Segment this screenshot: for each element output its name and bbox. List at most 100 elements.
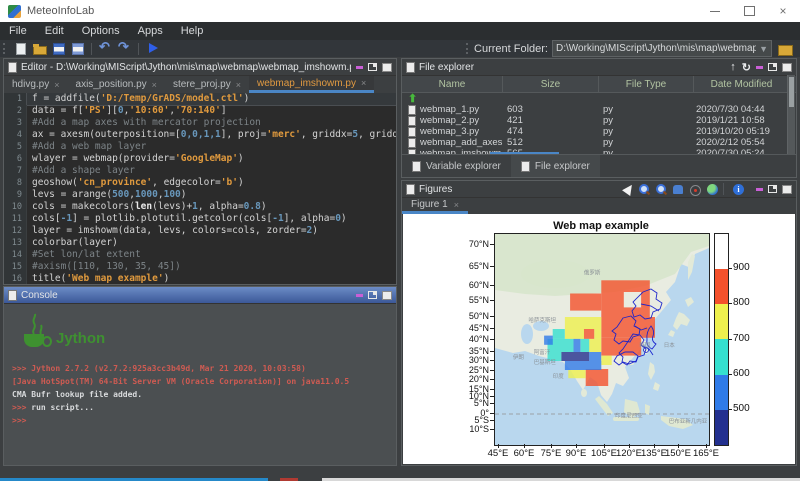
code-line[interactable]: 14#Set lon/lat extent xyxy=(4,249,396,261)
figures-panel-header[interactable]: Figures xyxy=(402,181,796,198)
code-line[interactable]: 4ax = axesm(outerposition=[0,0,1,1], pro… xyxy=(4,129,396,141)
column-header-date-modified[interactable]: Date Modified xyxy=(694,76,790,92)
file-table-header[interactable]: NameSizeFile TypeDate Modified xyxy=(402,76,796,93)
menu-edit[interactable]: Edit xyxy=(36,25,73,37)
full-extent-icon[interactable] xyxy=(688,183,702,196)
tab-file-explorer[interactable]: File explorer xyxy=(511,155,600,177)
file-explorer-title: File explorer xyxy=(419,62,474,73)
column-header-name[interactable]: Name xyxy=(402,76,503,92)
close-icon[interactable]: × xyxy=(236,80,241,90)
file-explorer-panel: File explorer ↑ ↻ NameSizeFile TypeDate … xyxy=(401,58,797,178)
file-row[interactable]: webmap_1.py603py2020/7/30 04:44 xyxy=(402,104,796,115)
column-header-file-type[interactable]: File Type xyxy=(599,76,694,92)
editor-tab-hdivg-py[interactable]: hdivg.py× xyxy=(4,76,68,93)
minimize-panel-icon[interactable] xyxy=(356,294,363,297)
code-line[interactable]: 16title('Web map example') xyxy=(4,273,396,284)
editor-panel-header[interactable]: Editor - D:\Working\MIScript\Jython\mis\… xyxy=(4,59,396,76)
identify-globe-icon[interactable] xyxy=(705,183,719,196)
colorbar-label: 500 xyxy=(733,403,750,414)
menu-help[interactable]: Help xyxy=(172,25,213,37)
menu-file[interactable]: File xyxy=(0,25,36,37)
close-icon[interactable]: × xyxy=(54,80,59,90)
code-line[interactable]: 10cols = makecolors(len(levs)+1, alpha=0… xyxy=(4,201,396,213)
svg-text:巴基斯坦: 巴基斯坦 xyxy=(534,358,557,366)
detach-panel-icon[interactable] xyxy=(768,185,777,193)
editor-tab-stere_proj-py[interactable]: stere_proj.py× xyxy=(165,76,249,93)
y-axis-tick-label: 10°S xyxy=(443,424,489,434)
code-line[interactable]: 9levs = arange(500,1000,100) xyxy=(4,189,396,201)
figure-canvas[interactable]: Web map example 俄罗斯哈萨克斯坦伊朗阿富汗巴基斯坦印度韩国日本印… xyxy=(403,214,795,464)
parent-directory-row[interactable]: ⬆ xyxy=(402,93,796,104)
file-row[interactable]: webmap_2.py421py2019/1/21 10:58 xyxy=(402,115,796,126)
close-icon[interactable]: × xyxy=(454,200,459,210)
line-number: 8 xyxy=(4,177,27,189)
file-row[interactable]: webmap_3.py474py2019/10/20 05:19 xyxy=(402,126,796,137)
console-line: >>> xyxy=(12,414,392,427)
toolbar-separator xyxy=(138,43,139,55)
console-panel-header[interactable]: Console xyxy=(4,287,396,304)
current-folder-combobox[interactable]: D:\Working\MIScript\Jython\mis\map\webma… xyxy=(552,40,772,57)
code-line[interactable]: 13colorbar(layer) xyxy=(4,237,396,249)
chevron-down-icon[interactable]: ▼ xyxy=(756,44,768,54)
map-plot-area[interactable]: 俄罗斯哈萨克斯坦伊朗阿富汗巴基斯坦印度韩国日本印度尼西亚巴布亚新几内亚 xyxy=(494,233,710,446)
refresh-icon[interactable]: ↻ xyxy=(742,61,751,74)
editor-tab-axis_position-py[interactable]: axis_position.py× xyxy=(68,76,165,93)
code-line[interactable]: 11cols[-1] = plotlib.plotutil.getcolor(c… xyxy=(4,213,396,225)
save-all-icon[interactable] xyxy=(70,42,85,55)
window-close-button[interactable]: × xyxy=(766,0,800,22)
run-icon[interactable] xyxy=(145,42,160,55)
maximize-panel-icon[interactable] xyxy=(382,63,392,72)
parent-folder-icon[interactable]: ↑ xyxy=(730,61,736,73)
vertical-scrollbar[interactable] xyxy=(787,75,795,157)
minimize-panel-icon[interactable] xyxy=(756,66,763,69)
svg-text:阿富汗: 阿富汗 xyxy=(534,348,551,356)
maximize-panel-icon[interactable] xyxy=(782,185,792,194)
detach-panel-icon[interactable] xyxy=(368,63,377,71)
detach-panel-icon[interactable] xyxy=(768,63,777,71)
window-minimize-button[interactable] xyxy=(698,0,732,22)
tab-variable-explorer[interactable]: Variable explorer xyxy=(402,155,511,177)
menu-apps[interactable]: Apps xyxy=(129,25,172,37)
window-maximize-button[interactable] xyxy=(732,0,766,22)
editor-tab-webmap_imshowm-py[interactable]: webmap_imshowm.py× xyxy=(249,76,374,93)
tab-figure-1[interactable]: Figure 1 × xyxy=(402,198,468,214)
code-line[interactable]: 1f = addfile('D:/Temp/GrADS/model.ctl') xyxy=(4,93,396,105)
y-axis-tick-label: 45°N xyxy=(443,323,489,333)
code-line[interactable]: 12layer = imshowm(data, levs, colors=col… xyxy=(4,225,396,237)
detach-panel-icon[interactable] xyxy=(368,291,377,299)
column-header-size[interactable]: Size xyxy=(503,76,599,92)
minimize-panel-icon[interactable] xyxy=(356,66,363,69)
code-line[interactable]: 2data = f['PS'][0,'10:60','70:140'] xyxy=(4,105,396,117)
close-icon[interactable]: × xyxy=(361,78,366,88)
file-explorer-header[interactable]: File explorer ↑ ↻ xyxy=(402,59,796,76)
code-line[interactable]: 3#Add a map axes with mercator projectio… xyxy=(4,117,396,129)
code-editor[interactable]: 1f = addfile('D:/Temp/GrADS/model.ctl')2… xyxy=(4,93,396,284)
maximize-panel-icon[interactable] xyxy=(782,63,792,72)
toolbar-separator xyxy=(723,183,724,195)
zoom-in-icon[interactable] xyxy=(637,183,651,196)
zoom-out-icon[interactable] xyxy=(654,183,668,196)
console-output[interactable]: Jython >>> Jython 2.7.2 (v2.7.2:925a3cc3… xyxy=(4,304,396,465)
code-line[interactable]: 5#Add a web map layer xyxy=(4,141,396,153)
console-line: >>> Jython 2.7.2 (v2.7.2:925a3cc3b49d, M… xyxy=(12,362,392,375)
svg-text:印度尼西亚: 印度尼西亚 xyxy=(615,412,643,420)
save-icon[interactable] xyxy=(51,42,66,55)
browse-folder-icon[interactable] xyxy=(778,43,792,55)
pan-hand-icon[interactable] xyxy=(671,183,685,196)
open-folder-icon[interactable] xyxy=(32,42,47,55)
minimize-panel-icon[interactable] xyxy=(756,188,763,191)
select-arrow-icon[interactable] xyxy=(620,183,634,196)
menu-options[interactable]: Options xyxy=(73,25,129,37)
close-icon[interactable]: × xyxy=(152,80,157,90)
code-line[interactable]: 15#axism([110, 130, 35, 45]) xyxy=(4,261,396,273)
code-line[interactable]: 6wlayer = webmap(provider='GoogleMap') xyxy=(4,153,396,165)
undo-icon[interactable] xyxy=(98,42,113,55)
new-file-icon[interactable] xyxy=(13,42,28,55)
code-line[interactable]: 7#Add a shape layer xyxy=(4,165,396,177)
redo-icon[interactable] xyxy=(117,42,132,55)
code-line[interactable]: 8geoshow('cn_province', edgecolor='b') xyxy=(4,177,396,189)
info-icon[interactable] xyxy=(731,183,745,196)
main-toolbar: Current Folder: D:\Working\MIScript\Jyth… xyxy=(0,40,800,57)
file-row[interactable]: webmap_add_axes.py512py2020/2/12 05:54 xyxy=(402,137,796,148)
maximize-panel-icon[interactable] xyxy=(382,291,392,300)
